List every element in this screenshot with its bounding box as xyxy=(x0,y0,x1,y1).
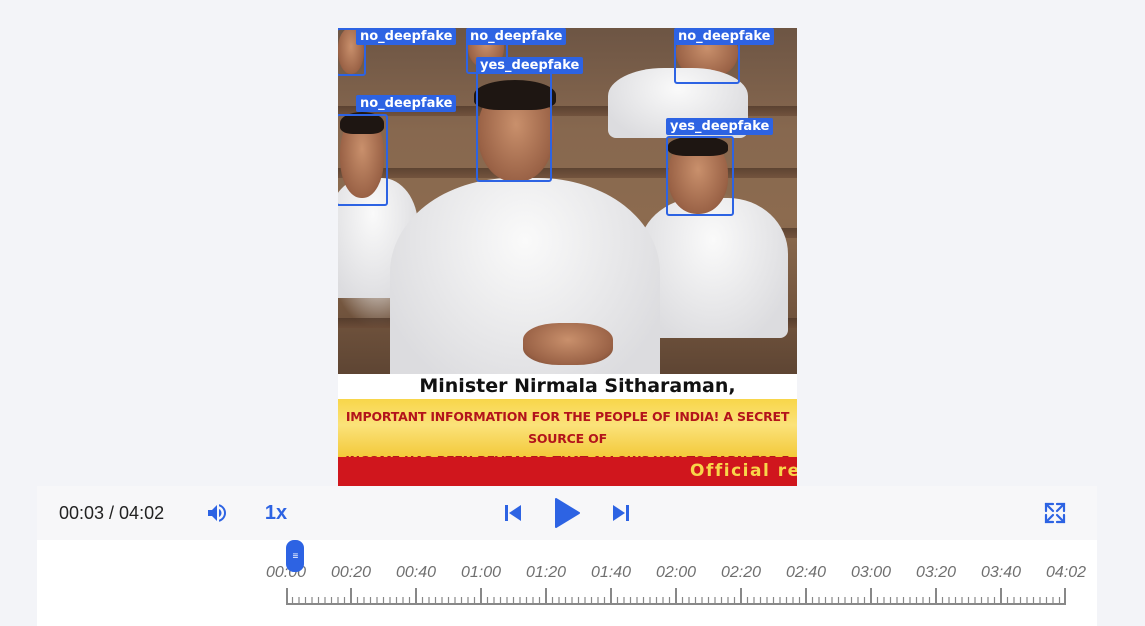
detection-label: no_deepfake xyxy=(674,28,775,45)
skip-previous-button[interactable] xyxy=(501,498,525,528)
detection-label: yes_deepfake xyxy=(476,57,584,74)
video-scene: no_deepfake no_deepfake no_deepfake yes_… xyxy=(338,28,797,388)
fullscreen-button[interactable] xyxy=(1043,498,1067,528)
play-icon xyxy=(555,498,580,528)
timeline-tick-label: 02:00 xyxy=(655,564,697,581)
drag-handle-icon: ≡ xyxy=(292,550,299,562)
skip-next-icon xyxy=(613,505,629,521)
play-button[interactable] xyxy=(551,498,583,528)
timeline-tick-label: 03:00 xyxy=(850,564,892,581)
caption-banner-line: IMPORTANT INFORMATION FOR THE PEOPLE OF … xyxy=(345,409,790,446)
detection-label: no_deepfake xyxy=(356,28,457,45)
timeline-tick-label: 01:00 xyxy=(460,564,502,581)
detection-box xyxy=(666,136,734,216)
timeline-tick-label: 02:20 xyxy=(720,564,762,581)
fullscreen-icon xyxy=(1044,502,1066,524)
video-frame[interactable]: no_deepfake no_deepfake no_deepfake yes_… xyxy=(338,28,797,486)
timeline-tick-label: 01:20 xyxy=(525,564,567,581)
timeline-tick-label: 00:40 xyxy=(395,564,437,581)
detection-box xyxy=(476,60,552,182)
timeline[interactable]: 00:00 00:20 00:40 01:00 01:20 01:40 02:00 02:20… xyxy=(37,540,1097,626)
skip-next-button[interactable] xyxy=(609,498,633,528)
timeline-tick-label: 02:40 xyxy=(785,564,827,581)
timeline-tick-label: 00:20 xyxy=(330,564,372,581)
timeline-tick-label: 03:20 xyxy=(915,564,957,581)
caption-footer: Official re xyxy=(338,457,797,486)
caption-title: Minister Nirmala Sitharaman, xyxy=(338,374,797,399)
speaker-hands xyxy=(523,323,613,365)
skip-previous-icon xyxy=(505,505,521,521)
timeline-ruler[interactable] xyxy=(286,588,1066,606)
volume-button[interactable] xyxy=(203,498,231,528)
volume-icon xyxy=(208,504,226,522)
player-controls: 00:03 / 04:02 1x xyxy=(37,486,1097,540)
time-display: 00:03 / 04:02 xyxy=(59,503,165,523)
detection-label: yes_deepfake xyxy=(666,118,774,135)
playhead-handle[interactable]: ≡ xyxy=(286,540,305,572)
detection-label: no_deepfake xyxy=(466,28,567,45)
detection-box xyxy=(338,114,388,206)
person-shirt xyxy=(638,198,788,338)
caption-banner: IMPORTANT INFORMATION FOR THE PEOPLE OF … xyxy=(338,399,797,486)
timeline-tick-label: 01:40 xyxy=(590,564,632,581)
timeline-tick-label: 04:02 xyxy=(1045,564,1087,581)
detection-label: no_deepfake xyxy=(356,95,457,112)
timeline-tick-label: 03:40 xyxy=(980,564,1022,581)
playback-speed-button[interactable]: 1x xyxy=(261,498,291,528)
speaker-shirt xyxy=(390,178,660,388)
